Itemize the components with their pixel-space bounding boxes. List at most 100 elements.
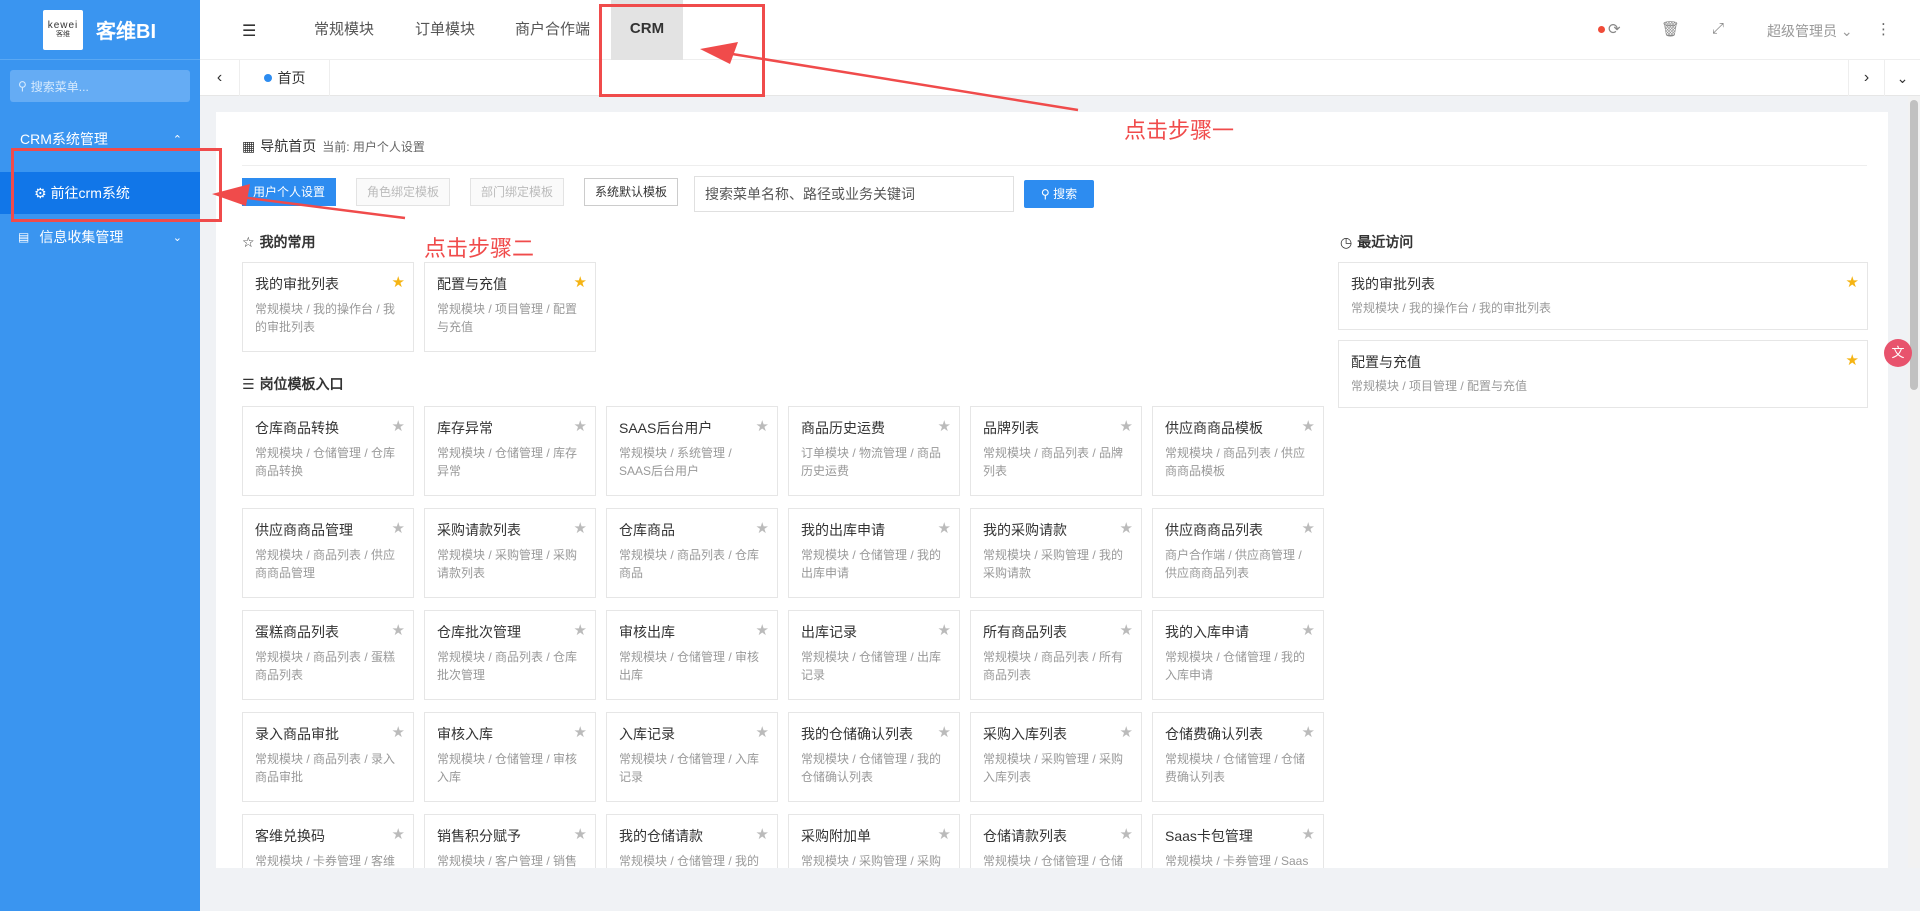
- star-icon[interactable]: ★: [756, 417, 769, 435]
- tab-general[interactable]: 常规模块: [314, 0, 374, 60]
- menu-card[interactable]: 供应商商品列表 商户合作端 / 供应商管理 / 供应商商品列表 ★: [1152, 508, 1324, 598]
- menu-card[interactable]: 仓储请款列表常规模块 / 仓储管理 / 仓储请款列表 ★: [970, 814, 1142, 868]
- menu-card[interactable]: Saas卡包管理常规模块 / 卡券管理 / Saas卡包管理 ★: [1152, 814, 1324, 868]
- menu-card[interactable]: 配置与充值 常规模块 / 项目管理 / 配置与充值 ★: [1338, 340, 1868, 408]
- star-icon[interactable]: ★: [392, 723, 405, 741]
- star-icon[interactable]: ★: [392, 417, 405, 435]
- menu-card[interactable]: 录入商品审批 常规模块 / 商品列表 / 录入商品审批 ★: [242, 712, 414, 802]
- sidebar-group-label: CRM系统管理: [20, 131, 108, 147]
- star-icon[interactable]: ★: [1120, 723, 1133, 741]
- star-icon[interactable]: ★: [1846, 351, 1859, 369]
- scrollbar-thumb[interactable]: [1910, 100, 1918, 390]
- card-title: 商品历史运费: [801, 420, 885, 436]
- card-title: 配置与充值: [1351, 354, 1421, 370]
- more-vertical-icon[interactable]: ⋮: [1876, 20, 1891, 38]
- menu-card[interactable]: 客维兑换码常规模块 / 卡券管理 / 客维兑换码 ★: [242, 814, 414, 868]
- menu-card[interactable]: 供应商商品管理 常规模块 / 商品列表 / 供应商商品管理 ★: [242, 508, 414, 598]
- menu-card[interactable]: 我的审批列表 常规模块 / 我的操作台 / 我的审批列表 ★: [1338, 262, 1868, 330]
- star-icon[interactable]: ★: [756, 825, 769, 843]
- star-icon[interactable]: ★: [1120, 825, 1133, 843]
- star-icon[interactable]: ★: [574, 417, 587, 435]
- star-icon[interactable]: ★: [1302, 621, 1315, 639]
- chevron-down-icon[interactable]: ⌄: [1884, 60, 1920, 96]
- star-icon[interactable]: ★: [756, 621, 769, 639]
- user-name: 超级管理员: [1767, 23, 1837, 39]
- star-icon[interactable]: ★: [574, 519, 587, 537]
- menu-card[interactable]: 我的出库申请 常规模块 / 仓储管理 / 我的出库申请 ★: [788, 508, 960, 598]
- menu-card[interactable]: 我的入库申请 常规模块 / 仓储管理 / 我的入库申请 ★: [1152, 610, 1324, 700]
- menu-toggle-icon[interactable]: ☰: [242, 21, 256, 41]
- fullscreen-icon[interactable]: ⤢: [1712, 20, 1724, 37]
- menu-card[interactable]: 商品历史运费 订单模块 / 物流管理 / 商品历史运费 ★: [788, 406, 960, 496]
- menu-card[interactable]: 采购请款列表 常规模块 / 采购管理 / 采购请款列表 ★: [424, 508, 596, 598]
- role-template-button[interactable]: 角色绑定模板: [356, 178, 450, 206]
- menu-card[interactable]: 我的审批列表 常规模块 / 我的操作台 / 我的审批列表 ★: [242, 262, 414, 352]
- star-icon[interactable]: ★: [1846, 273, 1859, 291]
- star-icon[interactable]: ★: [938, 519, 951, 537]
- chevron-right-icon[interactable]: ›: [1848, 60, 1884, 96]
- menu-card[interactable]: 配置与充值 常规模块 / 项目管理 / 配置与充值 ★: [424, 262, 596, 352]
- star-icon[interactable]: ★: [938, 825, 951, 843]
- star-icon[interactable]: ★: [574, 621, 587, 639]
- star-icon[interactable]: ★: [1302, 519, 1315, 537]
- star-icon[interactable]: ★: [1120, 621, 1133, 639]
- default-template-button[interactable]: 系统默认模板: [584, 178, 678, 206]
- star-icon[interactable]: ★: [938, 621, 951, 639]
- menu-card[interactable]: 所有商品列表 常规模块 / 商品列表 / 所有商品列表 ★: [970, 610, 1142, 700]
- menu-card[interactable]: 仓库批次管理 常规模块 / 商品列表 / 仓库批次管理 ★: [424, 610, 596, 700]
- search-input[interactable]: 搜索菜单名称、路径或业务关键词: [694, 176, 1014, 212]
- refresh-icon[interactable]: ⟳: [1608, 20, 1621, 38]
- menu-card[interactable]: 供应商商品模板 常规模块 / 商品列表 / 供应商商品模板 ★: [1152, 406, 1324, 496]
- star-icon[interactable]: ★: [938, 723, 951, 741]
- menu-card[interactable]: SAAS后台用户 常规模块 / 系统管理 / SAAS后台用户 ★: [606, 406, 778, 496]
- star-icon[interactable]: ★: [1120, 417, 1133, 435]
- star-icon[interactable]: ★: [938, 417, 951, 435]
- card-path: 常规模块 / 仓储管理 / 仓储请款列表: [983, 854, 1124, 868]
- menu-card[interactable]: 销售积分赋予常规模块 / 客户管理 / 销售积分赋予 ★: [424, 814, 596, 868]
- star-icon[interactable]: ★: [392, 273, 405, 291]
- menu-card[interactable]: 我的仓储请款常规模块 / 仓储管理 / 我的仓储请款 ★: [606, 814, 778, 868]
- star-icon[interactable]: ★: [756, 519, 769, 537]
- chevron-left-icon[interactable]: ‹: [200, 60, 240, 96]
- menu-card[interactable]: 库存异常 常规模块 / 仓储管理 / 库存异常 ★: [424, 406, 596, 496]
- star-icon[interactable]: ★: [1302, 723, 1315, 741]
- menu-card[interactable]: 入库记录 常规模块 / 仓储管理 / 入库记录 ★: [606, 712, 778, 802]
- star-icon[interactable]: ★: [1120, 519, 1133, 537]
- menu-card[interactable]: 品牌列表 常规模块 / 商品列表 / 品牌列表 ★: [970, 406, 1142, 496]
- page-tab-home[interactable]: 首页: [240, 60, 330, 96]
- menu-card[interactable]: 我的采购请款 常规模块 / 采购管理 / 我的采购请款 ★: [970, 508, 1142, 598]
- user-settings-button[interactable]: 用户个人设置: [242, 178, 336, 206]
- tab-merchant[interactable]: 商户合作端: [515, 0, 590, 60]
- star-icon[interactable]: ★: [1302, 825, 1315, 843]
- star-icon[interactable]: ★: [756, 723, 769, 741]
- menu-card[interactable]: 采购附加单常规模块 / 采购管理 / 采购附加单 ★: [788, 814, 960, 868]
- star-icon[interactable]: ★: [574, 273, 587, 291]
- tab-order[interactable]: 订单模块: [415, 0, 475, 60]
- menu-card[interactable]: 仓库商品转换 常规模块 / 仓储管理 / 仓库商品转换 ★: [242, 406, 414, 496]
- dept-template-button[interactable]: 部门绑定模板: [470, 178, 564, 206]
- menu-card[interactable]: 蛋糕商品列表 常规模块 / 商品列表 / 蛋糕商品列表 ★: [242, 610, 414, 700]
- card-path: 常规模块 / 仓储管理 / 仓储费确认列表: [1165, 752, 1306, 784]
- menu-card[interactable]: 仓储费确认列表 常规模块 / 仓储管理 / 仓储费确认列表 ★: [1152, 712, 1324, 802]
- star-icon[interactable]: ★: [392, 519, 405, 537]
- user-menu[interactable]: 超级管理员 ⌄: [1767, 21, 1853, 41]
- star-icon[interactable]: ★: [574, 825, 587, 843]
- menu-search-input[interactable]: ⚲ 搜索菜单...: [10, 70, 190, 102]
- menu-card[interactable]: 审核入库 常规模块 / 仓储管理 / 审核入库 ★: [424, 712, 596, 802]
- star-icon[interactable]: ★: [392, 621, 405, 639]
- star-icon[interactable]: ★: [1302, 417, 1315, 435]
- translate-icon[interactable]: 文: [1884, 339, 1912, 367]
- page-title: ▦ 导航首页 当前: 用户个人设置: [242, 137, 425, 155]
- search-button[interactable]: ⚲ 搜索: [1024, 180, 1094, 208]
- menu-card[interactable]: 采购入库列表 常规模块 / 采购管理 / 采购入库列表 ★: [970, 712, 1142, 802]
- menu-card[interactable]: 出库记录 常规模块 / 仓储管理 / 出库记录 ★: [788, 610, 960, 700]
- star-icon[interactable]: ★: [392, 825, 405, 843]
- chevron-down-icon: ⌄: [1840, 23, 1853, 39]
- menu-card[interactable]: 仓库商品 常规模块 / 商品列表 / 仓库商品 ★: [606, 508, 778, 598]
- menu-card[interactable]: 审核出库 常规模块 / 仓储管理 / 审核出库 ★: [606, 610, 778, 700]
- card-path: 常规模块 / 仓储管理 / 库存异常: [437, 446, 578, 478]
- trash-icon[interactable]: 🗑: [1661, 20, 1680, 38]
- card-title: 入库记录: [619, 726, 675, 742]
- menu-card[interactable]: 我的仓储确认列表 常规模块 / 仓储管理 / 我的仓储确认列表 ★: [788, 712, 960, 802]
- star-icon[interactable]: ★: [574, 723, 587, 741]
